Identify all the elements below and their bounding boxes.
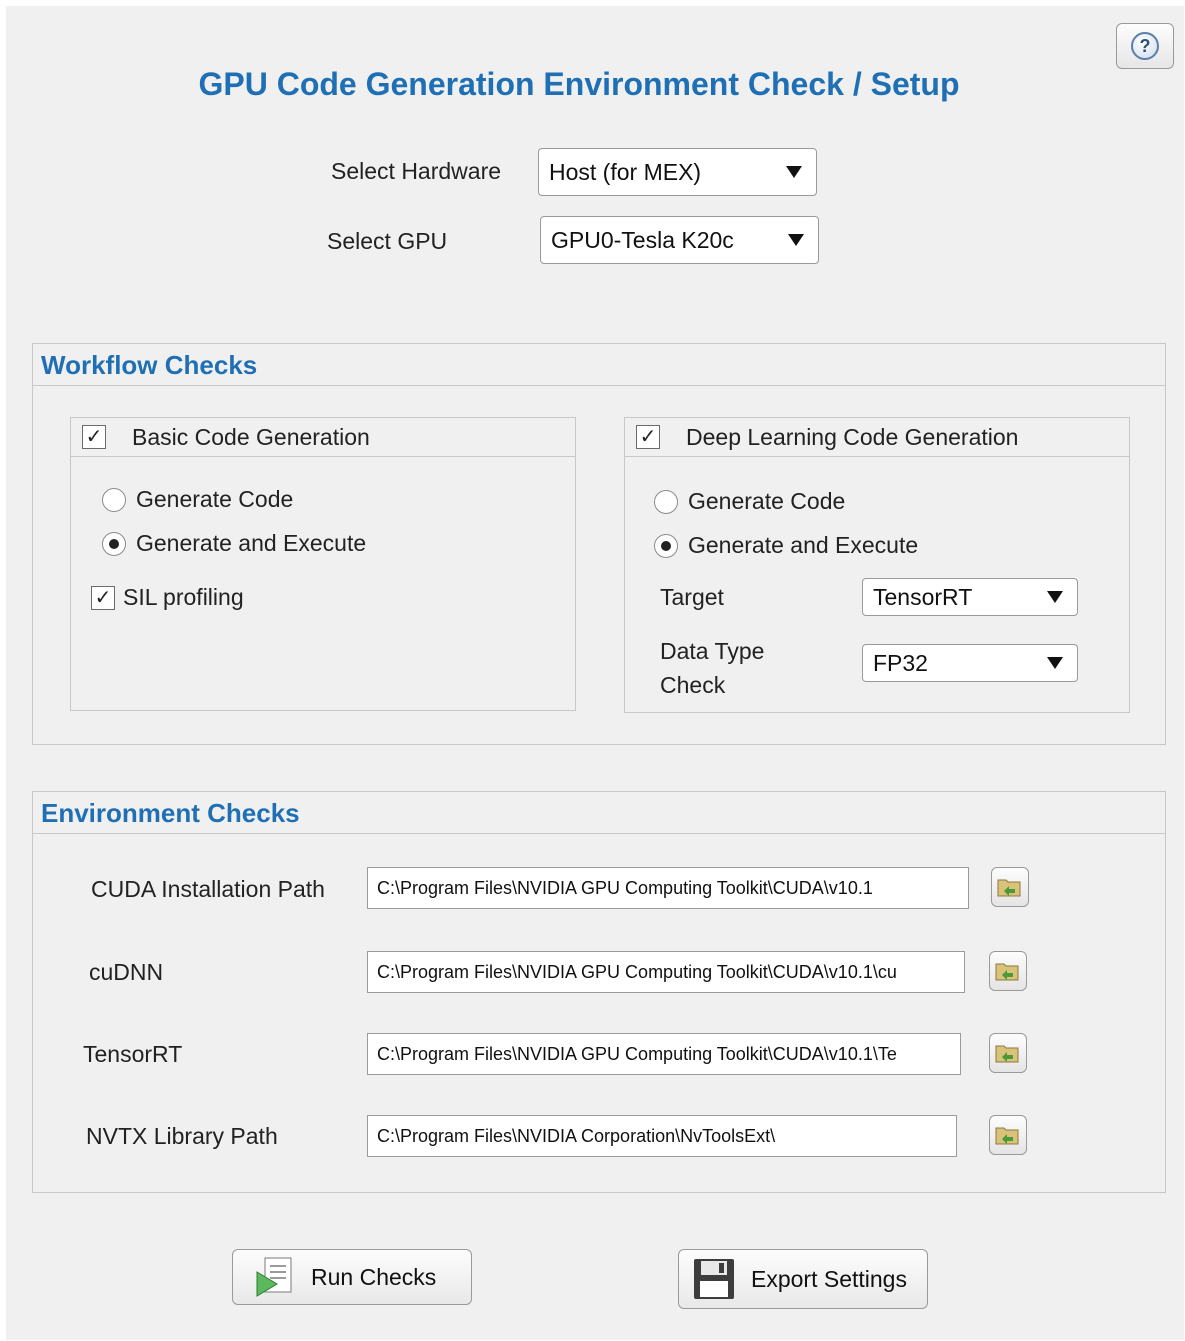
help-button[interactable]: ?	[1116, 23, 1174, 69]
help-icon: ?	[1131, 32, 1159, 60]
folder-browse-icon	[995, 1045, 1019, 1063]
cudnn-browse-button[interactable]	[989, 951, 1027, 991]
chevron-down-icon	[1047, 591, 1063, 603]
datatype-label-line1: Data Type	[660, 638, 765, 664]
radio-button[interactable]	[654, 489, 678, 514]
cuda-browse-button[interactable]	[991, 867, 1029, 907]
nvtx-path-label: NVTX Library Path	[86, 1123, 278, 1149]
target-label: Target	[660, 584, 724, 610]
cuda-path-label: CUDA Installation Path	[91, 876, 325, 902]
workflow-checks-title: Workflow Checks	[33, 344, 1165, 386]
target-value: TensorRT	[873, 583, 973, 610]
folder-browse-icon	[995, 963, 1019, 981]
deep-radio-generate-code[interactable]: Generate Code	[654, 488, 845, 515]
page-title: GPU Code Generation Environment Check / …	[198, 66, 960, 102]
environment-checks-panel: Environment Checks CUDA Installation Pat…	[32, 791, 1166, 1193]
radio-button[interactable]	[654, 533, 678, 558]
workflow-checks-panel: Workflow Checks ✓ Basic Code Generation …	[32, 343, 1166, 745]
hardware-dropdown[interactable]: Host (for MEX)	[538, 148, 817, 196]
export-settings-button[interactable]: Export Settings	[678, 1249, 928, 1309]
tensorrt-browse-button[interactable]	[989, 1033, 1027, 1073]
datatype-label-line2: Check	[660, 672, 726, 698]
cudnn-label: cuDNN	[89, 959, 164, 985]
hardware-value: Host (for MEX)	[549, 158, 702, 185]
deep-learning-label: Deep Learning Code Generation	[686, 423, 1019, 450]
environment-checks-title: Environment Checks	[33, 792, 1165, 834]
sil-profiling-checkbox[interactable]: ✓	[91, 585, 115, 610]
deep-radio-generate-execute[interactable]: Generate and Execute	[654, 532, 918, 559]
chevron-down-icon	[786, 166, 802, 178]
export-settings-label: Export Settings	[751, 1265, 907, 1292]
datatype-label: Data Type Check	[660, 634, 764, 702]
radio-label: Generate Code	[688, 488, 846, 514]
sil-profiling-label: SIL profiling	[123, 584, 244, 610]
basic-codegen-label: Basic Code Generation	[132, 423, 370, 450]
basic-codegen-checkbox[interactable]: ✓	[82, 425, 106, 449]
run-checks-button[interactable]: Run Checks	[232, 1249, 472, 1305]
basic-radio-generate-execute[interactable]: Generate and Execute	[102, 530, 366, 557]
folder-browse-icon	[995, 1127, 1019, 1145]
radio-button[interactable]	[102, 531, 126, 556]
datatype-dropdown[interactable]: FP32	[862, 644, 1078, 682]
select-gpu-label: Select GPU	[327, 228, 448, 254]
deep-learning-checkbox[interactable]: ✓	[636, 425, 660, 449]
radio-button[interactable]	[102, 487, 126, 512]
tensorrt-path-field[interactable]: C:\Program Files\NVIDIA GPU Computing To…	[367, 1033, 961, 1075]
folder-browse-icon	[997, 879, 1021, 897]
radio-label: Generate and Execute	[136, 530, 367, 556]
basic-radio-generate-code[interactable]: Generate Code	[102, 486, 293, 513]
target-dropdown[interactable]: TensorRT	[862, 578, 1078, 616]
save-icon	[694, 1259, 734, 1299]
cudnn-path-field[interactable]: C:\Program Files\NVIDIA GPU Computing To…	[367, 951, 965, 993]
radio-label: Generate and Execute	[688, 532, 919, 558]
datatype-value: FP32	[873, 649, 928, 676]
nvtx-browse-button[interactable]	[989, 1115, 1027, 1155]
run-icon	[256, 1257, 292, 1297]
app-window: GPU Code Generation Environment Check / …	[6, 6, 1184, 1340]
radio-label: Generate Code	[136, 486, 294, 512]
cuda-path-field[interactable]: C:\Program Files\NVIDIA GPU Computing To…	[367, 867, 969, 909]
tensorrt-label: TensorRT	[83, 1041, 183, 1067]
run-checks-label: Run Checks	[311, 1263, 437, 1290]
gpu-value: GPU0-Tesla K20c	[551, 226, 734, 253]
sil-profiling-option[interactable]: ✓ SIL profiling	[91, 584, 244, 611]
deep-learning-panel: ✓ Deep Learning Code Generation Generate…	[624, 417, 1130, 713]
gpu-dropdown[interactable]: GPU0-Tesla K20c	[540, 216, 819, 264]
chevron-down-icon	[1047, 657, 1063, 669]
nvtx-path-field[interactable]: C:\Program Files\NVIDIA Corporation\NvTo…	[367, 1115, 957, 1157]
basic-codegen-panel: ✓ Basic Code Generation Generate Code Ge…	[70, 417, 576, 711]
chevron-down-icon	[788, 234, 804, 246]
select-hardware-label: Select Hardware	[331, 158, 502, 184]
